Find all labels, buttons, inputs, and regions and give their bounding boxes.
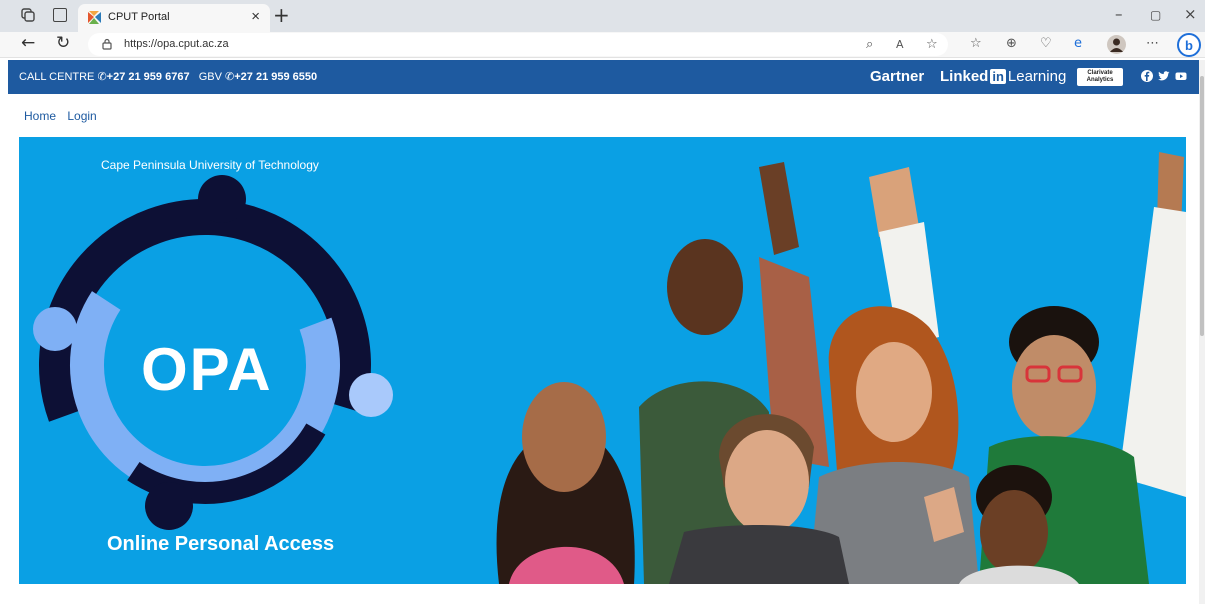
tab-actions-icon[interactable] — [53, 8, 67, 22]
gbv-label: GBV — [198, 71, 222, 83]
clarivate-sub: Analytics — [1086, 77, 1114, 83]
phone-icon: ✆ — [225, 71, 235, 83]
linkedin-in-badge: in — [990, 69, 1006, 84]
browser-essentials-icon[interactable]: ♡ — [1040, 36, 1052, 51]
call-centre-number[interactable]: +27 21 959 6767 — [107, 71, 190, 83]
new-tab-icon[interactable]: + — [273, 3, 290, 27]
address-bar[interactable]: https://opa.cput.ac.za ⌕ A ☆ — [88, 33, 948, 56]
browser-tab[interactable]: CPUT Portal × — [78, 4, 270, 32]
students-photo — [496, 152, 1186, 584]
youtube-icon[interactable] — [1175, 70, 1187, 82]
top-banner: CALL CENTRE ✆+27 21 959 6767 GBV ✆+27 21… — [8, 60, 1199, 94]
close-window-icon[interactable]: × — [1184, 5, 1197, 23]
gbv-number[interactable]: +27 21 959 6550 — [234, 71, 317, 83]
bing-chat-icon[interactable]: b — [1177, 33, 1201, 57]
refresh-icon[interactable]: ↻ — [56, 33, 70, 53]
call-centre-label: CALL CENTRE — [19, 71, 95, 83]
workspaces-icon[interactable] — [21, 8, 35, 22]
tab-close-icon[interactable]: × — [251, 8, 260, 25]
collections-icon[interactable]: ⊕ — [1006, 36, 1017, 51]
more-options-icon[interactable]: ⋯ — [1146, 36, 1159, 51]
page-scrollbar[interactable] — [1199, 60, 1205, 604]
browser-toolbar: ← ↻ https://opa.cput.ac.za ⌕ A ☆ ☆ ⊕ ♡ e… — [0, 32, 1205, 58]
cput-favicon-icon — [88, 11, 101, 24]
phone-icon: ✆ — [97, 71, 107, 83]
url-text: https://opa.cput.ac.za — [124, 38, 229, 50]
hero-caption: Online Personal Access — [107, 533, 335, 555]
clarivate-name: Clarivate — [1087, 70, 1113, 76]
contact-numbers: CALL CENTRE ✆+27 21 959 6767 GBV ✆+27 21… — [19, 70, 317, 83]
nav-login-link[interactable]: Login — [67, 109, 96, 123]
twitter-icon[interactable] — [1158, 70, 1170, 82]
browser-tab-bar: CPUT Portal × + – ▢ × — [0, 0, 1205, 32]
favorite-star-icon[interactable]: ☆ — [926, 37, 938, 52]
profile-avatar[interactable] — [1107, 35, 1126, 54]
minimize-icon[interactable]: – — [1115, 5, 1123, 23]
hero-banner: Cape Peninsula University of Technology … — [19, 137, 1186, 584]
gartner-logo[interactable]: Gartner — [870, 68, 924, 85]
back-icon[interactable]: ← — [21, 33, 35, 53]
read-aloud-icon[interactable]: A — [896, 38, 904, 51]
scrollbar-thumb[interactable] — [1200, 76, 1204, 336]
restore-icon[interactable]: ▢ — [1150, 8, 1161, 22]
svg-text:b: b — [1185, 38, 1193, 53]
edge-bar-icon[interactable]: e — [1074, 36, 1082, 51]
clarivate-logo[interactable]: Clarivate Analytics — [1077, 68, 1123, 86]
site-nav: Home Login — [24, 109, 105, 123]
linkedin-prefix: Linked — [940, 68, 989, 85]
linkedin-learning-text: Learning — [1007, 68, 1067, 85]
linkedin-learning-logo[interactable]: Linked in Learning — [940, 68, 1066, 85]
opa-logo-text: OPA — [141, 336, 273, 403]
favorites-icon[interactable]: ☆ — [970, 36, 982, 51]
search-key-icon[interactable]: ⌕ — [866, 37, 873, 52]
site-info-icon[interactable] — [101, 38, 113, 50]
facebook-icon[interactable] — [1141, 70, 1153, 82]
tab-title: CPUT Portal — [108, 11, 170, 23]
nav-home-link[interactable]: Home — [24, 109, 56, 123]
